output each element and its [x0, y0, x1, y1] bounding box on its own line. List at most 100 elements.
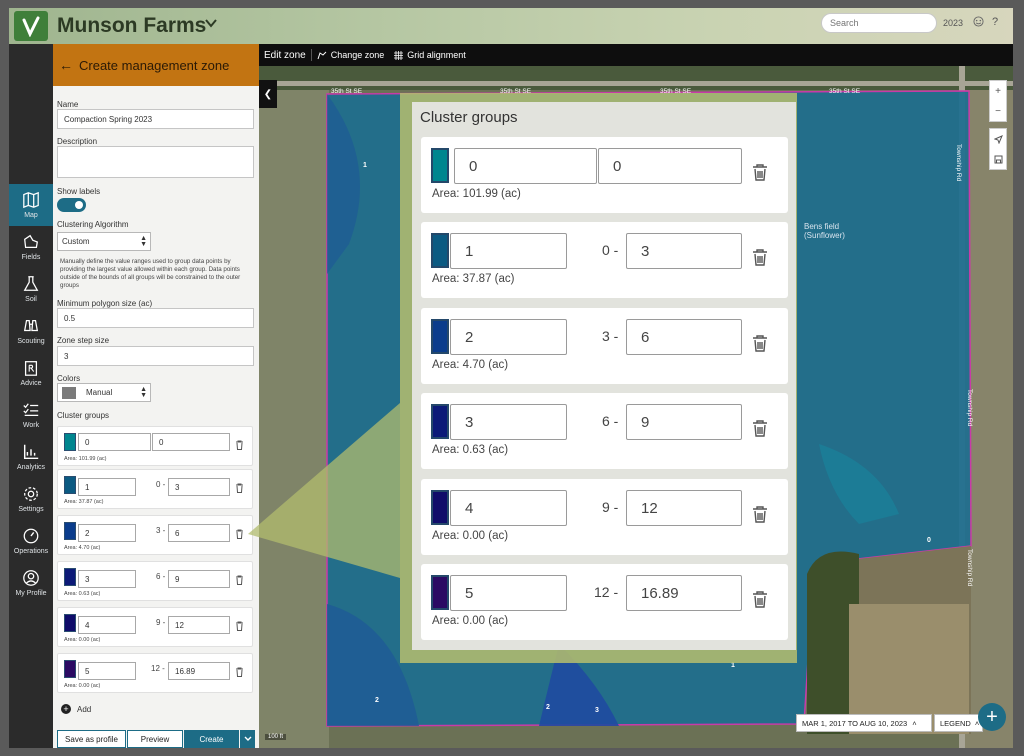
nav-item-scouting[interactable]: Scouting — [9, 310, 53, 352]
zone-label: 3 — [595, 707, 599, 714]
cluster-lower-bound: 3 - — [602, 328, 619, 344]
plus-icon: + — [61, 704, 71, 714]
cluster-color-swatch[interactable] — [64, 660, 76, 678]
cluster-upper-input[interactable]: 9 — [626, 404, 742, 440]
trash-icon[interactable] — [235, 529, 244, 539]
cluster-color-swatch[interactable] — [64, 433, 76, 451]
trash-icon[interactable] — [235, 440, 244, 450]
cluster-color-swatch[interactable] — [64, 476, 76, 494]
cluster-value-input[interactable]: 0 — [78, 433, 151, 451]
cluster-value-input[interactable]: 0 — [454, 148, 597, 184]
farm-name[interactable]: Munson Farms — [57, 14, 206, 38]
chevron-down-icon[interactable] — [205, 18, 217, 28]
nav-item-operations[interactable]: Operations — [9, 520, 53, 562]
cluster-color-swatch[interactable] — [431, 490, 449, 525]
road-label: Township Rd — [966, 389, 973, 427]
cluster-value-input[interactable]: 5 — [450, 575, 567, 611]
cluster-value-input[interactable]: 2 — [78, 524, 136, 542]
nav-item-settings[interactable]: Settings — [9, 478, 53, 520]
legend-button[interactable]: LEGEND ˄ — [934, 714, 983, 732]
preview-button[interactable]: Preview — [127, 730, 183, 748]
year-selector[interactable]: 2023 — [943, 18, 963, 28]
cluster-color-swatch[interactable] — [64, 568, 76, 586]
cluster-upper-input[interactable]: 9 — [168, 570, 230, 588]
zoom-in-button[interactable]: + — [990, 81, 1006, 101]
trash-icon[interactable] — [752, 420, 768, 437]
cluster-upper-input[interactable]: 12 — [168, 616, 230, 634]
cluster-color-swatch[interactable] — [431, 319, 449, 354]
clustering-label: Clustering Algorithm — [57, 220, 129, 229]
trash-icon[interactable] — [752, 335, 768, 352]
nav-label: Operations — [13, 548, 49, 555]
cluster-value-input[interactable]: 4 — [78, 616, 136, 634]
name-input[interactable]: Compaction Spring 2023 — [57, 109, 254, 129]
change-zone-button[interactable]: Change zone — [312, 50, 390, 60]
cluster-value-input[interactable]: 3 — [78, 570, 136, 588]
cluster-upper-input[interactable]: 0 — [152, 433, 230, 451]
cluster-value-input[interactable]: 2 — [450, 319, 567, 355]
cluster-color-swatch[interactable] — [431, 404, 449, 439]
cluster-color-swatch[interactable] — [431, 148, 449, 183]
zoom-out-button[interactable]: − — [990, 101, 1006, 121]
zone-step-input[interactable]: 3 — [57, 346, 254, 366]
nav-item-map[interactable]: Map — [9, 184, 53, 226]
cluster-color-swatch[interactable] — [64, 614, 76, 632]
trash-icon[interactable] — [752, 591, 768, 608]
cluster-value-input[interactable]: 3 — [450, 404, 567, 440]
trash-icon[interactable] — [235, 621, 244, 631]
nav-item-analytics[interactable]: Analytics — [9, 436, 53, 478]
grid-alignment-button[interactable]: Grid alignment — [389, 50, 471, 60]
nav-item-fields[interactable]: Fields — [9, 226, 53, 268]
smiley-feedback-icon[interactable] — [973, 16, 984, 27]
cluster-upper-input[interactable]: 12 — [626, 490, 742, 526]
trash-icon[interactable] — [752, 164, 768, 181]
collapse-panel-button[interactable]: ❮ — [259, 80, 277, 108]
cluster-color-swatch[interactable] — [64, 522, 76, 540]
add-cluster-button[interactable]: + Add — [61, 704, 91, 714]
add-fab-button[interactable]: + — [978, 703, 1006, 731]
colors-select[interactable]: Manual ▲ ▼ — [57, 383, 151, 402]
cluster-color-swatch[interactable] — [431, 233, 449, 268]
cluster-value-input[interactable]: 1 — [450, 233, 567, 269]
create-options-button[interactable] — [240, 730, 255, 748]
edit-toolbar: Edit zone Change zone Grid alignment — [259, 44, 1013, 66]
show-labels-toggle[interactable] — [57, 198, 86, 212]
trash-icon[interactable] — [235, 483, 244, 493]
trash-icon[interactable] — [752, 249, 768, 266]
legend-label: LEGEND — [940, 718, 971, 728]
cluster-upper-input[interactable]: 3 — [168, 478, 230, 496]
cluster-value-input[interactable]: 1 — [78, 478, 136, 496]
nav-item-advice[interactable]: Advice — [9, 352, 53, 394]
cluster-upper-input[interactable]: 6 — [168, 524, 230, 542]
trash-icon[interactable] — [235, 667, 244, 677]
cluster-upper-input[interactable]: 0 — [598, 148, 742, 184]
locate-button[interactable] — [990, 129, 1006, 149]
cluster-upper-input[interactable]: 16.89 — [626, 575, 742, 611]
app-logo-icon[interactable] — [14, 11, 48, 41]
description-textarea[interactable] — [57, 146, 254, 178]
select-arrows-icon: ▲ ▼ — [140, 235, 147, 248]
search-input[interactable] — [821, 13, 937, 33]
cluster-lower-bound: 12 - — [594, 584, 619, 600]
cluster-upper-input[interactable]: 3 — [626, 233, 742, 269]
min-polygon-input[interactable]: 0.5 — [57, 308, 254, 328]
date-range-button[interactable]: MAR 1, 2017 TO AUG 10, 2023 ˄ — [796, 714, 932, 732]
cluster-group-card: 1 0 - 3 Area: 37.87 (ac) — [57, 469, 253, 509]
cluster-upper-input[interactable]: 16.89 — [168, 662, 230, 680]
back-arrow-icon[interactable]: ← — [59, 57, 73, 73]
save-as-profile-button[interactable]: Save as profile — [57, 730, 126, 748]
cluster-color-swatch[interactable] — [431, 575, 449, 610]
clustering-select[interactable]: Custom ▲ ▼ — [57, 232, 151, 251]
help-icon[interactable]: ? — [992, 16, 998, 28]
panel-header: ← Create management zone — [53, 44, 259, 86]
cluster-value-input[interactable]: 5 — [78, 662, 136, 680]
nav-item-work[interactable]: Work — [9, 394, 53, 436]
create-button[interactable]: Create — [184, 730, 239, 748]
trash-icon[interactable] — [752, 506, 768, 523]
nav-item-my-profile[interactable]: My Profile — [9, 562, 53, 604]
cluster-value-input[interactable]: 4 — [450, 490, 567, 526]
cluster-upper-input[interactable]: 6 — [626, 319, 742, 355]
print-button[interactable] — [990, 149, 1006, 169]
nav-item-soil[interactable]: Soil — [9, 268, 53, 310]
trash-icon[interactable] — [235, 575, 244, 585]
